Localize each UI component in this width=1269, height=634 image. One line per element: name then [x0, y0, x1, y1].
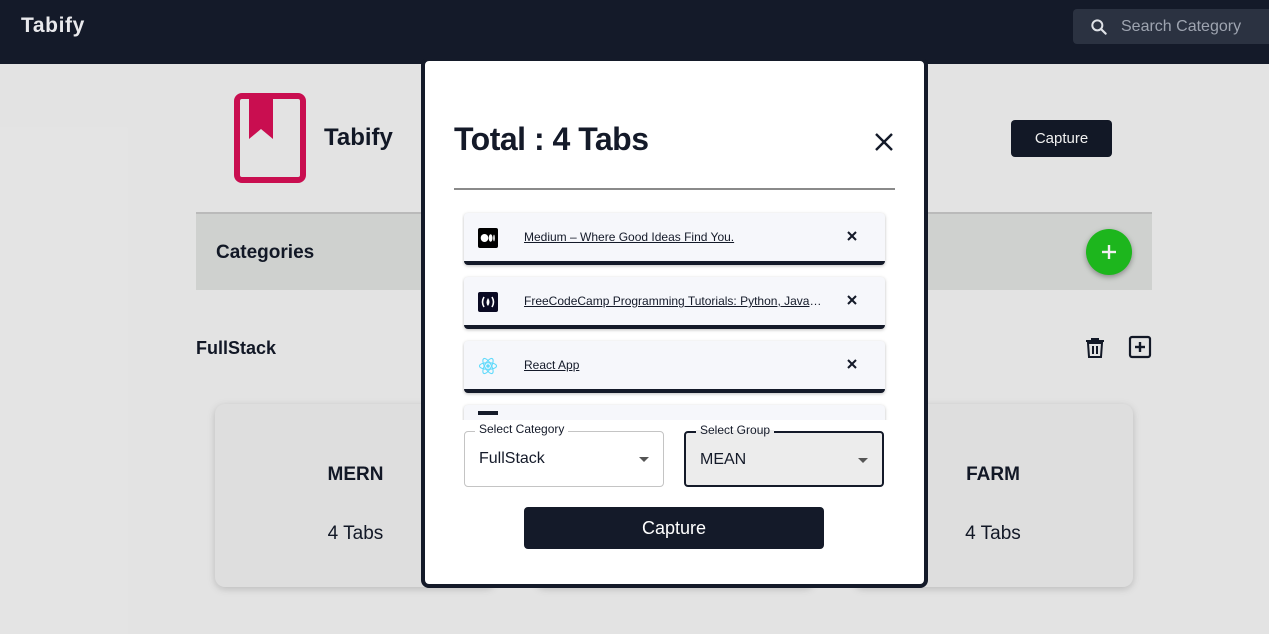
search-icon — [1091, 19, 1107, 35]
remove-tab-icon[interactable] — [845, 229, 859, 243]
tab-title-link[interactable]: React App — [524, 358, 824, 372]
category-select-value: FullStack — [479, 450, 545, 467]
tab-item-partial[interactable] — [464, 405, 885, 420]
group-select[interactable]: Select Group MEAN — [684, 423, 884, 487]
group-select-label: Select Group — [696, 423, 775, 437]
remove-tab-icon[interactable] — [845, 357, 859, 371]
search-input[interactable]: Search Category — [1073, 9, 1269, 44]
remove-tab-icon[interactable] — [845, 293, 859, 307]
freecodecamp-icon — [478, 292, 498, 312]
dropdown-caret-icon — [639, 457, 649, 462]
medium-icon — [478, 228, 498, 248]
tab-item[interactable]: React App — [464, 341, 885, 393]
tab-title-link[interactable]: Medium – Where Good Ideas Find You. — [524, 230, 824, 244]
tab-list[interactable]: Medium – Where Good Ideas Find You. Free… — [462, 209, 892, 420]
react-icon — [478, 357, 498, 375]
tab-title-link[interactable]: FreeCodeCamp Programming Tutorials: Pyth… — [524, 294, 824, 308]
capture-modal: Total : 4 Tabs Medium – Where Good Ideas… — [421, 57, 928, 588]
tab-favicon — [478, 411, 498, 415]
brand-name[interactable]: Tabify — [21, 14, 85, 38]
modal-capture-button[interactable]: Capture — [524, 507, 824, 549]
tab-item[interactable]: Medium – Where Good Ideas Find You. — [464, 213, 885, 265]
category-select[interactable]: Select Category FullStack — [464, 422, 664, 487]
tab-item[interactable]: FreeCodeCamp Programming Tutorials: Pyth… — [464, 277, 885, 329]
search-placeholder: Search Category — [1121, 18, 1242, 35]
category-select-label: Select Category — [475, 422, 569, 436]
modal-divider — [454, 188, 895, 190]
group-select-value: MEAN — [700, 451, 747, 468]
dropdown-caret-icon — [858, 458, 868, 463]
modal-title: Total : 4 Tabs — [454, 121, 649, 157]
close-icon[interactable] — [873, 131, 895, 153]
top-navbar: Tabify Search Category — [0, 0, 1269, 64]
